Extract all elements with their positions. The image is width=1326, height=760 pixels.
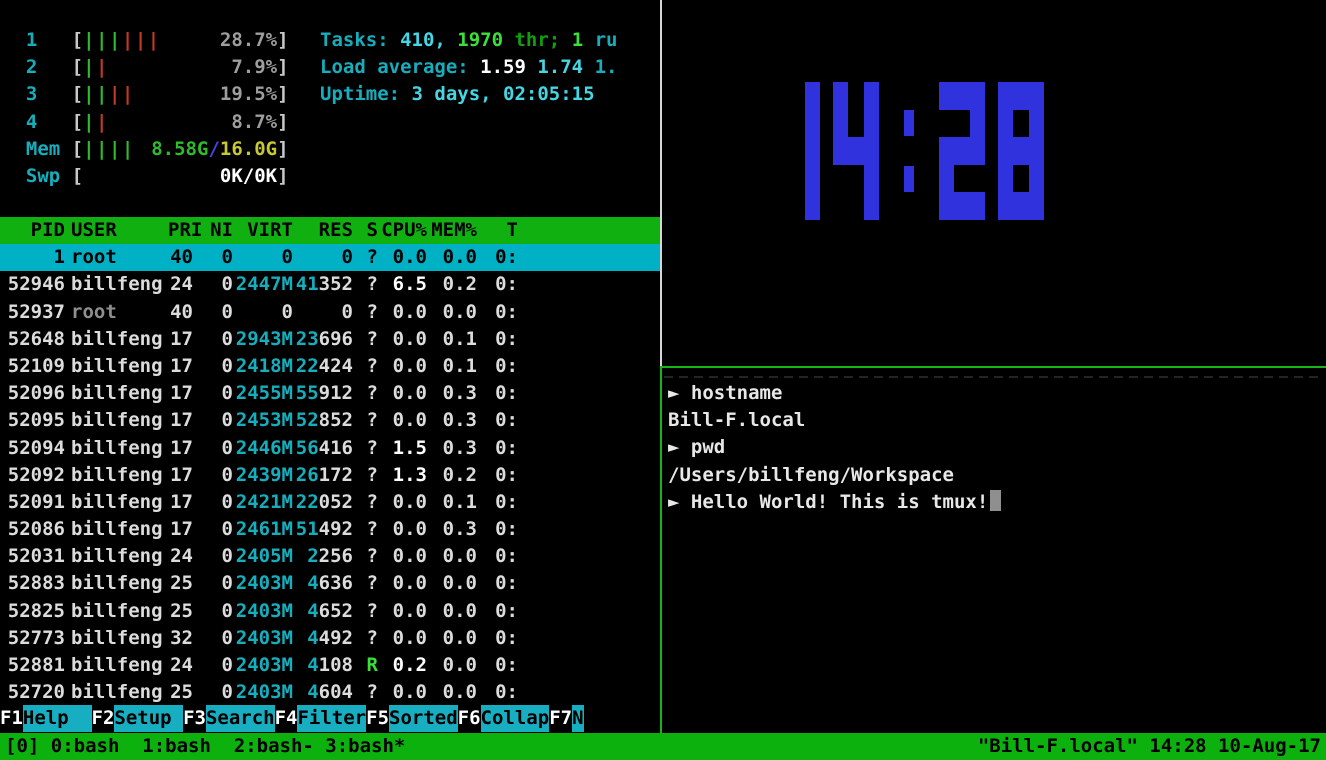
process-row-52091[interactable]: 52091billfeng1702421M22052?0.00.10: [0,489,660,516]
fkey-label-f2[interactable]: Setup [114,705,183,732]
tasks-summary: Tasks: 410, 1970 thr; 1 ruLoad average: … [320,27,658,109]
meter-3: 3 [||||19.5%] [3,81,289,108]
process-row-52946[interactable]: 52946billfeng2402447M41352?6.50.20: [0,271,660,298]
process-row-52883[interactable]: 52883billfeng2502403M4636?0.00.00: [0,570,660,597]
tmux-screen: 1 [||||||28.7%] 2 [||7.9%] 3 [||||19.5%]… [0,0,1326,760]
process-table-header[interactable]: PIDUSERPRINIVIRTRESSCPU%MEM%T [0,217,660,244]
process-row-52825[interactable]: 52825billfeng2502403M4652?0.00.00: [0,598,660,625]
shell-pane[interactable]: ► hostnameBill-F.local► pwd/Users/billfe… [662,368,1326,733]
shell-output-line: Bill-F.local [668,407,1001,434]
fkey-f4[interactable]: F4 [275,705,298,732]
function-key-bar: F1Help F2Setup F3SearchF4FilterF5SortedF… [0,705,660,732]
process-row-52096[interactable]: 52096billfeng1702455M55912?0.00.30: [0,380,660,407]
clock-colon [892,82,926,220]
process-row-52720[interactable]: 52720billfeng2502403M4604?0.00.00: [0,679,660,706]
shell-command-line: ► Hello World! This is tmux! [668,489,1001,516]
summary-line-0: Tasks: 410, 1970 thr; 1 ru [320,27,658,54]
fkey-label-f7[interactable]: N [572,705,583,732]
meter-1: 1 [||||||28.7%] [3,27,289,54]
process-row-52881[interactable]: 52881billfeng2402403M4108R0.20.00: [0,652,660,679]
shell-command-line: ► pwd [668,434,1001,461]
process-row-52937[interactable]: 52937root40000?0.00.00: [0,299,660,326]
fkey-label-f3[interactable]: Search [206,705,275,732]
tmux-status-bar: [0] 0:bash 1:bash 2:bash- 3:bash* "Bill-… [0,733,1326,760]
fkey-f1[interactable]: F1 [0,705,23,732]
window-list[interactable]: [0] 0:bash 1:bash 2:bash- 3:bash* [5,733,405,760]
fkey-label-f4[interactable]: Filter [297,705,366,732]
clock-digit-1 [774,82,820,220]
digital-clock [774,82,1057,220]
summary-line-2: Uptime: 3 days, 02:05:15 [320,81,658,108]
shell-command-line: ► hostname [668,380,1001,407]
process-row-52109[interactable]: 52109billfeng1702418M22424?0.00.10: [0,353,660,380]
process-row-52092[interactable]: 52092billfeng1702439M26172?1.30.20: [0,462,660,489]
summary-line-1: Load average: 1.59 1.74 1. [320,54,658,81]
clock-digit-8 [998,82,1044,220]
process-row-52031[interactable]: 52031billfeng2402405M2256?0.00.00: [0,543,660,570]
clock-digit-2 [939,82,985,220]
meter-mem: Mem [||||8.58G/16.0G] [3,136,289,163]
process-table: PIDUSERPRINIVIRTRESSCPU%MEM%T1root40000?… [0,217,660,706]
process-row-52086[interactable]: 52086billfeng1702461M51492?0.00.30: [0,516,660,543]
cpu-memory-meters: 1 [||||||28.7%] 2 [||7.9%] 3 [||||19.5%]… [3,27,289,190]
separator-dots [664,376,1324,378]
fkey-label-f6[interactable]: Collap [481,705,550,732]
fkey-f7[interactable]: F7 [549,705,572,732]
meter-2: 2 [||7.9%] [3,54,289,81]
htop-pane[interactable]: 1 [||||||28.7%] 2 [||7.9%] 3 [||||19.5%]… [0,0,660,733]
text-cursor[interactable] [990,490,1001,511]
meter-4: 4 [||8.7%] [3,109,289,136]
process-row-52648[interactable]: 52648billfeng1702943M23696?0.00.10: [0,326,660,353]
fkey-f5[interactable]: F5 [366,705,389,732]
fkey-f3[interactable]: F3 [183,705,206,732]
clock-digit-4 [833,82,879,220]
process-row-52773[interactable]: 52773billfeng3202403M4492?0.00.00: [0,625,660,652]
fkey-label-f5[interactable]: Sorted [389,705,458,732]
fkey-label-f1[interactable]: Help [23,705,92,732]
process-row-52094[interactable]: 52094billfeng1702446M56416?1.50.30: [0,435,660,462]
clock-pane[interactable] [662,0,1326,366]
fkey-f6[interactable]: F6 [458,705,481,732]
fkey-f2[interactable]: F2 [92,705,115,732]
terminal-output: ► hostnameBill-F.local► pwd/Users/billfe… [668,380,1001,516]
process-row-1[interactable]: 1root40000?0.00.00: [0,244,660,271]
status-host-time: "Bill-F.local" 14:28 10-Aug-17 [978,733,1321,760]
shell-output-line: /Users/billfeng/Workspace [668,462,1001,489]
process-row-52095[interactable]: 52095billfeng1702453M52852?0.00.30: [0,407,660,434]
meter-swp: Swp [0K/0K] [3,163,289,190]
